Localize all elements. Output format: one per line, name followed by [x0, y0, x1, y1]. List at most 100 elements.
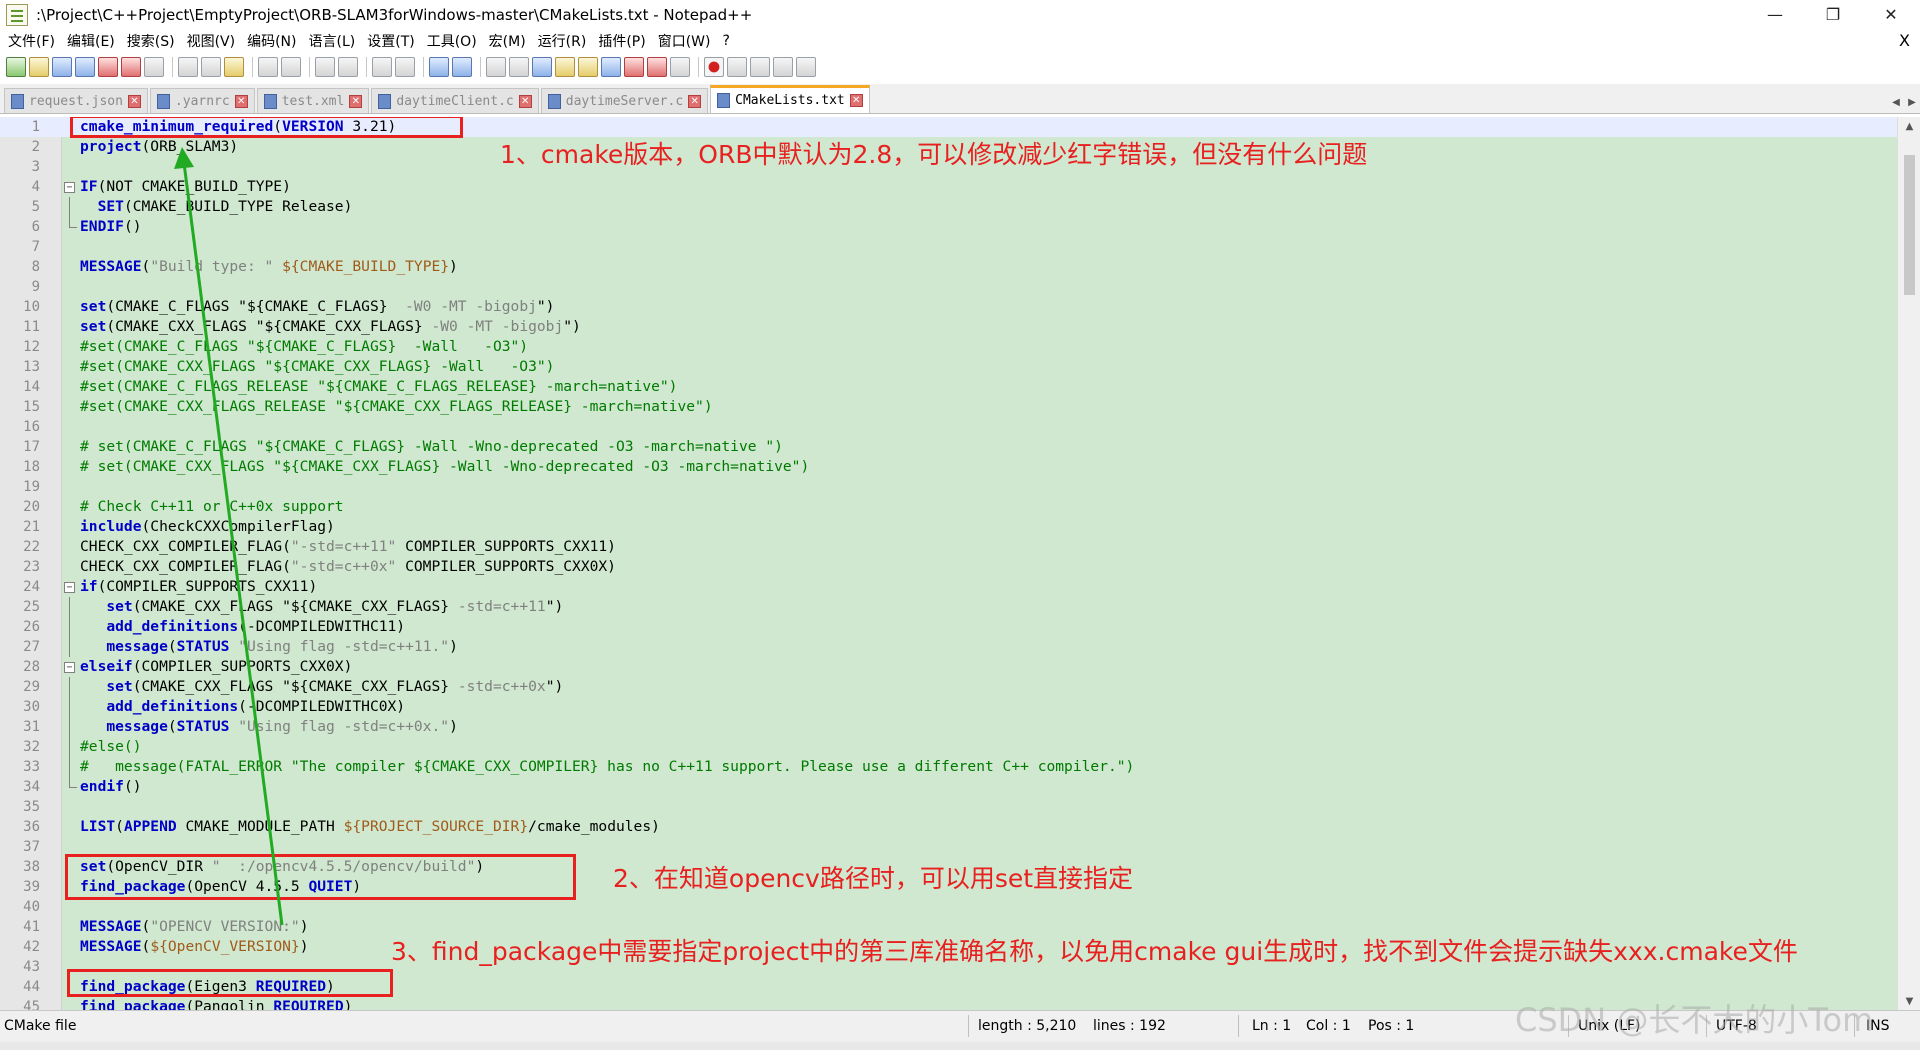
tab-close-icon[interactable]: ✕	[127, 94, 141, 108]
toolbar	[0, 53, 1920, 81]
code-token: )	[449, 718, 458, 735]
close-document-button[interactable]: X	[1899, 31, 1910, 50]
vertical-scrollbar[interactable]: ▲ ▼	[1897, 117, 1920, 1010]
sync-horizontal-icon[interactable]	[452, 57, 472, 77]
sync-vertical-icon[interactable]	[429, 57, 449, 77]
tab-scroll-left-icon[interactable]: ◀	[1888, 93, 1904, 111]
save-all-icon[interactable]	[75, 57, 95, 77]
menu-run[interactable]: 运行(R)	[538, 31, 587, 51]
file-icon	[547, 93, 561, 109]
tab-label: daytimeServer.c	[565, 93, 684, 109]
doc-list-icon[interactable]	[647, 57, 667, 77]
tab-test-xml[interactable]: test.xml ✕	[256, 88, 370, 113]
status-lines: lines : 192	[1093, 1018, 1166, 1034]
indent-guide-icon[interactable]	[532, 57, 552, 77]
tab-cmakelists[interactable]: CMakeLists.txt ✕	[710, 85, 870, 113]
toolbar-separator	[309, 57, 310, 77]
code-token: -W0 -MT -bigobj	[405, 298, 537, 315]
replace-icon[interactable]	[338, 57, 358, 77]
menu-view[interactable]: 视图(V)	[187, 31, 236, 51]
tab-close-icon[interactable]: ✕	[518, 94, 532, 108]
tab-close-icon[interactable]: ✕	[234, 94, 248, 108]
copy-icon[interactable]	[201, 57, 221, 77]
status-line: Ln : 1	[1252, 1018, 1292, 1034]
tab-close-icon[interactable]: ✕	[688, 94, 702, 108]
scroll-thumb[interactable]	[1904, 155, 1915, 295]
tab-label: test.xml	[281, 93, 345, 109]
save-icon[interactable]	[52, 57, 72, 77]
menu-edit[interactable]: 编辑(E)	[67, 31, 115, 51]
show-all-characters-icon[interactable]	[509, 57, 529, 77]
tab-close-icon[interactable]: ✕	[349, 94, 363, 108]
tab-yarnrc[interactable]: .yarnrc ✕	[149, 88, 255, 113]
minimize-button[interactable]: —	[1746, 0, 1804, 29]
toolbar-separator	[423, 57, 424, 77]
paste-icon[interactable]	[224, 57, 244, 77]
menu-help[interactable]: ?	[723, 33, 730, 49]
code-token: -W0 -MT -bigobj	[431, 318, 564, 335]
play-macro-icon[interactable]	[750, 57, 770, 77]
file-icon	[11, 93, 24, 109]
file-icon	[378, 93, 392, 109]
redo-icon[interactable]	[281, 57, 301, 77]
cut-icon[interactable]	[178, 57, 198, 77]
document-tab-bar: request.json ✕ .yarnrc ✕ test.xml ✕ dayt…	[0, 84, 1920, 114]
annotation-text-3: 3、find_package中需要指定project中的第三库准确名称，以免用c…	[391, 937, 1798, 966]
scroll-up-icon[interactable]: ▲	[1898, 117, 1920, 135]
maximize-button[interactable]: ❐	[1804, 0, 1862, 29]
menu-macro[interactable]: 宏(M)	[489, 31, 526, 51]
menu-window[interactable]: 窗口(W)	[658, 31, 711, 51]
print-icon[interactable]	[144, 57, 164, 77]
scroll-down-icon[interactable]: ▼	[1898, 992, 1920, 1010]
close-window-button[interactable]: ✕	[1862, 0, 1920, 29]
notepadpp-app-icon	[6, 3, 28, 26]
toolbar-separator	[366, 57, 367, 77]
folder-as-workspace-icon[interactable]	[624, 57, 644, 77]
tab-close-icon[interactable]: ✕	[849, 94, 863, 107]
menu-tools[interactable]: 工具(O)	[427, 31, 477, 51]
menu-settings[interactable]: 设置(T)	[367, 31, 414, 51]
tab-request-json[interactable]: request.json ✕	[4, 88, 148, 113]
code-token: ")	[536, 298, 555, 315]
window-controls: — ❐ ✕	[1746, 0, 1920, 29]
menu-encoding[interactable]: 编码(N)	[247, 31, 296, 51]
stop-macro-icon[interactable]	[727, 57, 747, 77]
tab-daytimeserver[interactable]: daytimeServer.c ✕	[540, 88, 709, 113]
close-all-icon[interactable]	[121, 57, 141, 77]
annotation-text-1: 1、cmake版本，ORB中默认为2.8，可以修改减少红字错误，但没有什么问题	[500, 140, 1368, 169]
code-token: )	[449, 258, 458, 275]
bottom-strip	[0, 1042, 1920, 1050]
code-editor[interactable]: 1 cmake_minimum_required(VERSION 3.21) 2 pr…	[0, 117, 1897, 1010]
tab-label: request.json	[29, 93, 123, 109]
document-map-icon[interactable]	[578, 57, 598, 77]
monitoring-icon[interactable]	[670, 57, 690, 77]
zoom-in-icon[interactable]	[372, 57, 392, 77]
menu-search[interactable]: 搜索(S)	[127, 31, 175, 51]
open-file-icon[interactable]	[29, 57, 49, 77]
zoom-out-icon[interactable]	[395, 57, 415, 77]
run-macro-multiple-icon[interactable]	[773, 57, 793, 77]
tab-scroll-right-icon[interactable]: ▶	[1904, 93, 1920, 111]
tab-label: .yarnrc	[174, 93, 230, 109]
new-file-icon[interactable]	[6, 57, 26, 77]
menu-file[interactable]: 文件(F)	[8, 31, 55, 51]
code-token: ")	[545, 678, 564, 695]
code-token: )	[449, 638, 458, 655]
status-file-type: CMake file	[4, 1018, 77, 1034]
find-icon[interactable]	[315, 57, 335, 77]
undo-icon[interactable]	[258, 57, 278, 77]
tab-daytimeclient[interactable]: daytimeClient.c ✕	[371, 88, 539, 113]
status-separator	[968, 1015, 969, 1037]
language-define-icon[interactable]	[555, 57, 575, 77]
code-token: -std=c++11	[457, 598, 546, 615]
menu-language[interactable]: 语言(L)	[309, 31, 356, 51]
close-file-icon[interactable]	[98, 57, 118, 77]
menu-plugins[interactable]: 插件(P)	[598, 31, 645, 51]
record-macro-icon[interactable]	[704, 57, 724, 77]
toolbar-separator	[698, 57, 699, 77]
toolbar-separator	[480, 57, 481, 77]
code-token: /cmake_modules)	[528, 818, 660, 835]
function-list-icon[interactable]	[601, 57, 621, 77]
save-macro-icon[interactable]	[796, 57, 816, 77]
word-wrap-icon[interactable]	[486, 57, 506, 77]
